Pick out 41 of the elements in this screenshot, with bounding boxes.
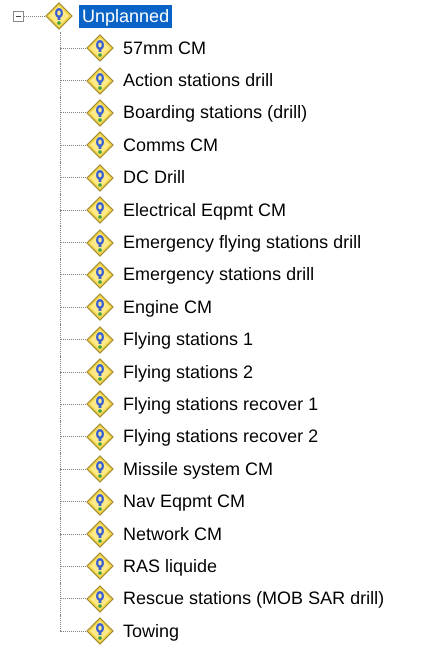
tree-item[interactable]: Network CM	[120, 522, 226, 546]
help-diamond-icon	[86, 66, 114, 95]
tree-item[interactable]: DC Drill	[120, 166, 188, 190]
help-diamond-icon	[45, 2, 73, 30]
collapse-toggle[interactable]	[13, 10, 24, 22]
tree-item[interactable]: Missile system CM	[120, 458, 276, 481]
help-diamond-icon	[86, 520, 114, 548]
tree-item[interactable]: Flying stations 2	[120, 360, 256, 384]
help-diamond-icon	[86, 584, 114, 613]
tree-item[interactable]: Towing	[120, 620, 182, 643]
tree-item[interactable]: Comms CM	[120, 134, 221, 157]
help-diamond-icon	[86, 326, 114, 354]
tree-item[interactable]: Action stations drill	[120, 69, 276, 92]
help-diamond-icon	[86, 488, 114, 516]
help-diamond-icon	[86, 260, 114, 289]
tree-item[interactable]: Engine CM	[120, 296, 216, 319]
help-diamond-icon	[86, 617, 114, 645]
tree-item[interactable]: Nav Eqpmt CM	[120, 490, 248, 514]
help-diamond-icon	[86, 422, 114, 451]
help-diamond-icon	[86, 34, 114, 62]
tree-item[interactable]: Flying stations recover 1	[120, 392, 322, 416]
tree-item[interactable]: 57mm CM	[120, 36, 210, 60]
help-diamond-icon	[86, 390, 114, 418]
help-diamond-icon	[86, 228, 114, 257]
tree-item[interactable]: Emergency stations drill	[120, 263, 318, 286]
help-diamond-icon	[86, 293, 114, 322]
tree-item[interactable]: Flying stations 1	[120, 328, 256, 352]
help-diamond-icon	[86, 98, 114, 127]
help-diamond-icon	[86, 131, 114, 160]
help-diamond-icon	[86, 358, 114, 386]
tree-item[interactable]: Flying stations recover 2	[120, 425, 322, 448]
tree-item[interactable]: Unplanned	[79, 4, 172, 28]
tree-item[interactable]: Rescue stations (MOB SAR drill)	[120, 587, 388, 610]
help-diamond-icon	[86, 552, 114, 580]
tree-item[interactable]: Boarding stations (drill)	[120, 101, 310, 124]
tree-item[interactable]: Emergency flying stations drill	[120, 231, 364, 254]
tree-item[interactable]: Electrical Eqpmt CM	[120, 198, 290, 222]
help-diamond-icon	[86, 164, 114, 192]
help-diamond-icon	[86, 455, 114, 484]
tree-item[interactable]: RAS liquide	[120, 554, 220, 578]
help-diamond-icon	[86, 196, 114, 224]
